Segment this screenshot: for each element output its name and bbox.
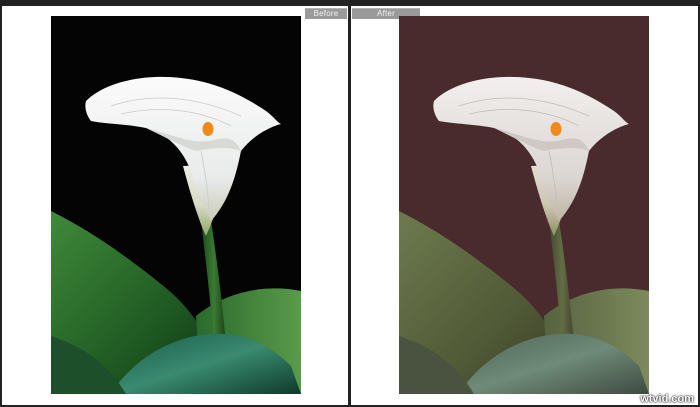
spadix	[550, 122, 562, 136]
spadix	[202, 122, 214, 136]
before-after-compare-view: Before After wtvid.com	[0, 0, 700, 407]
before-photo	[51, 16, 301, 394]
watermark: wtvid.com	[640, 393, 694, 405]
before-tab-label: Before	[305, 8, 347, 19]
after-photo	[399, 16, 649, 394]
